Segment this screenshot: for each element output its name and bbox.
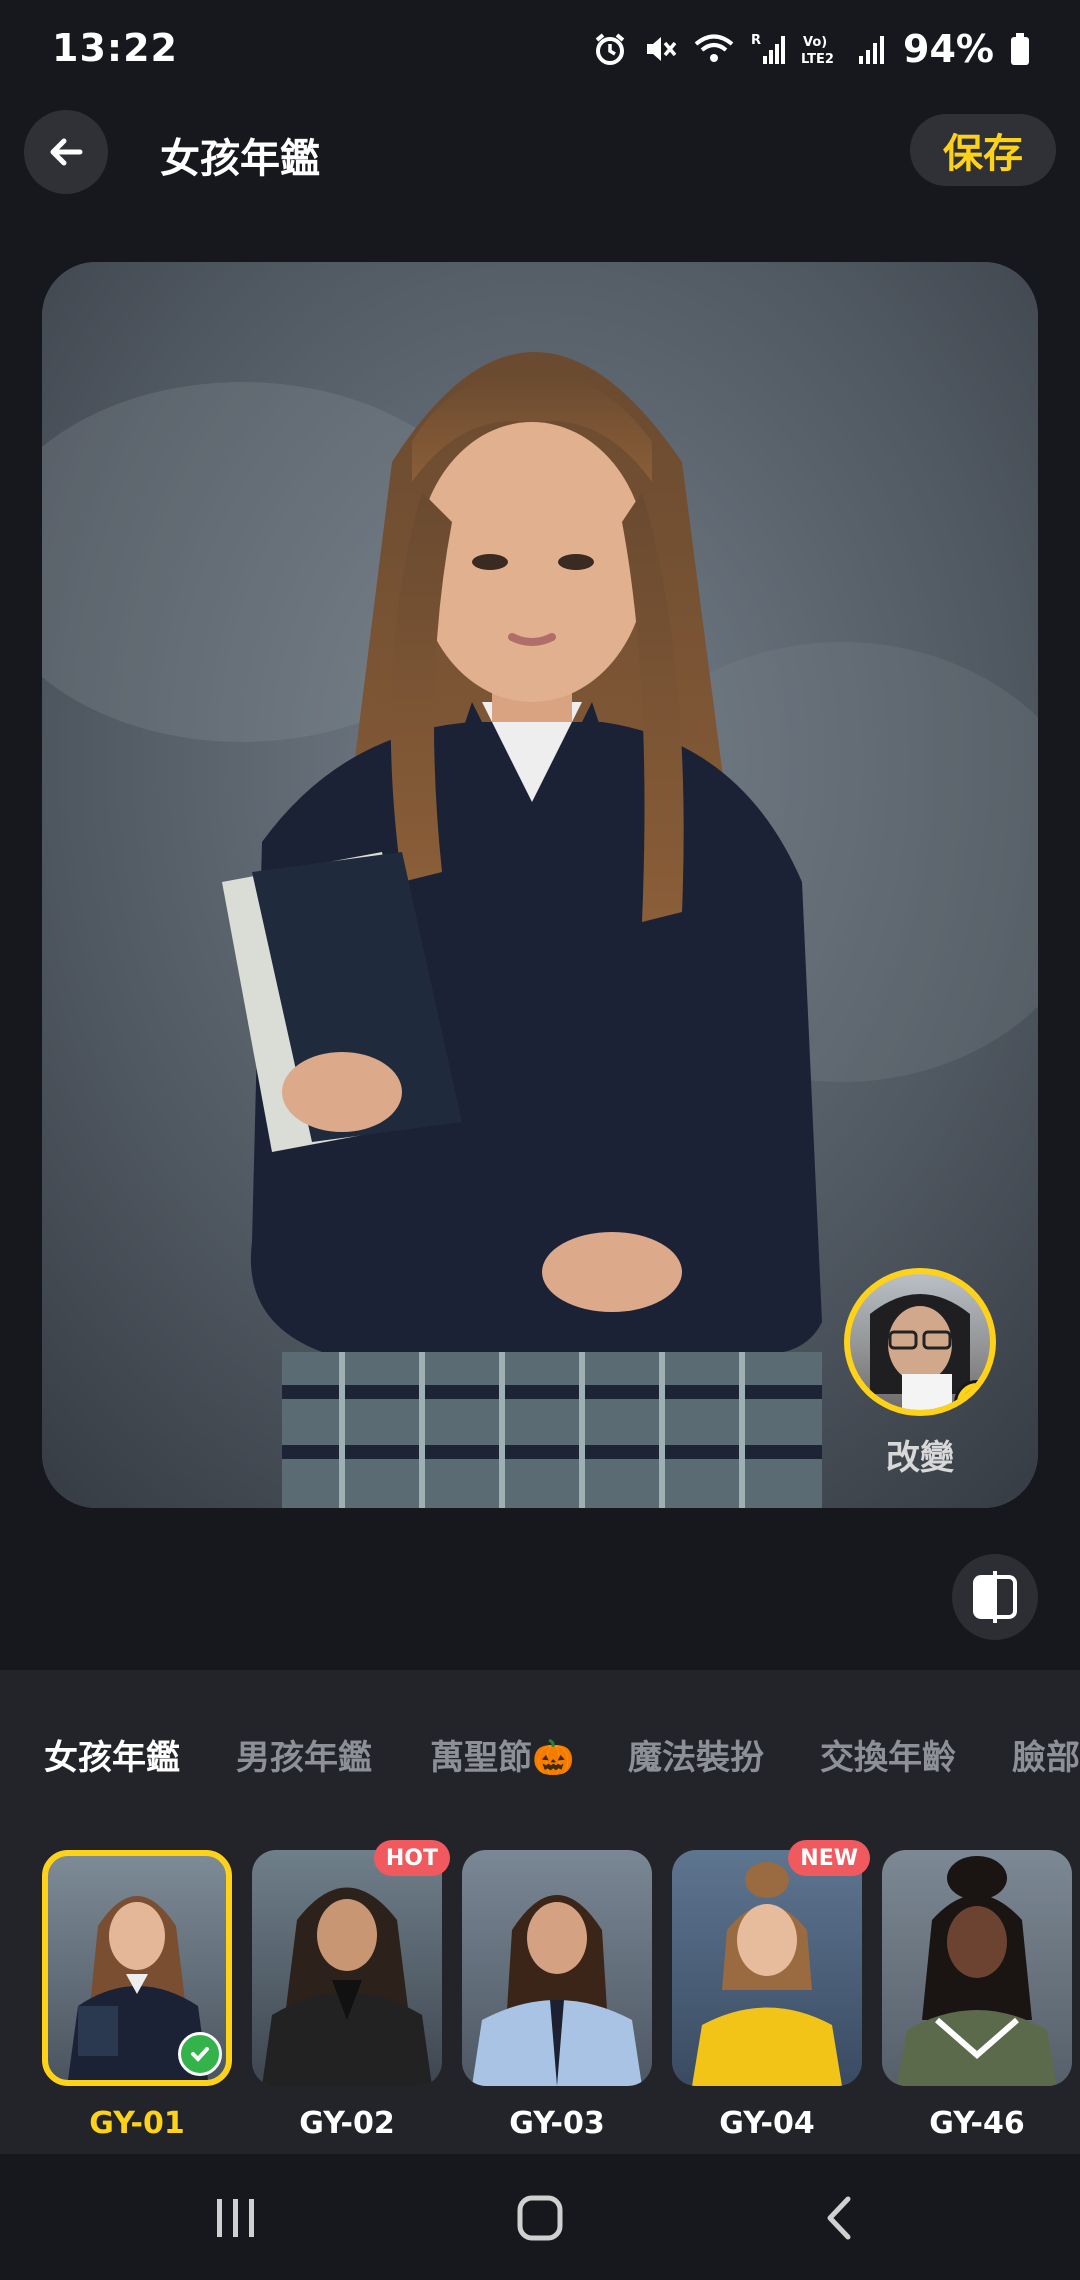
wifi-icon xyxy=(694,34,734,62)
template-thumbnail xyxy=(462,1850,652,2086)
template-label: GY-46 xyxy=(929,2106,1025,2141)
svg-text:R: R xyxy=(751,33,761,48)
category-tabs: 女孩年鑑 男孩年鑑 萬聖節🎃 魔法裝扮 交換年齡 臉部 xyxy=(0,1730,1080,1863)
template-item[interactable]: NEW GY-04 xyxy=(672,1840,870,2141)
app-header: 女孩年鑑 保存 xyxy=(0,100,1080,210)
system-nav-bar xyxy=(0,2154,1080,2280)
face-avatar xyxy=(844,1268,996,1416)
template-label: GY-01 xyxy=(89,2106,185,2141)
change-face-label: 改變 xyxy=(886,1438,954,1478)
template-item[interactable]: GY-01 xyxy=(42,1850,232,2141)
template-item[interactable]: GY-46 xyxy=(882,1850,1072,2141)
swap-icon xyxy=(954,1380,990,1410)
battery-percent: 94% xyxy=(903,27,994,71)
check-icon xyxy=(178,2032,222,2076)
recent-apps-icon xyxy=(217,2199,254,2237)
battery-icon xyxy=(1011,33,1029,65)
tab-age-swap[interactable]: 交換年齡 xyxy=(820,1730,956,1779)
chevron-left-icon xyxy=(827,2196,851,2240)
new-badge: NEW xyxy=(788,1840,870,1876)
template-thumbnail xyxy=(42,1850,232,2086)
template-label: GY-04 xyxy=(719,2106,815,2141)
tab-halloween[interactable]: 萬聖節🎃 xyxy=(430,1730,574,1779)
status-time: 13:22 xyxy=(52,26,178,70)
status-icons: R Vo) LTE2 94% xyxy=(593,26,1030,72)
alarm-icon xyxy=(595,33,625,65)
change-face-button[interactable]: 改變 xyxy=(844,1268,996,1479)
compare-icon xyxy=(973,1571,1017,1623)
status-bar: 13:22 R Vo) LTE2 94% xyxy=(0,0,1080,100)
template-item[interactable]: GY-03 xyxy=(462,1850,652,2141)
tab-face[interactable]: 臉部 xyxy=(1012,1730,1080,1779)
signal-icon: R xyxy=(751,33,786,64)
template-thumbnail xyxy=(252,1850,442,2086)
svg-text:Vo): Vo) xyxy=(803,35,827,50)
svg-text:LTE2: LTE2 xyxy=(801,52,834,66)
tab-magic-dress-up[interactable]: 魔法裝扮 xyxy=(628,1730,764,1779)
volte-icon: Vo) LTE2 xyxy=(801,35,834,66)
app-screen: 13:22 R Vo) LTE2 94% 女孩年鑑 保存 改變 女孩年鑑 男孩年… xyxy=(0,0,1080,2280)
home-button[interactable] xyxy=(500,2188,580,2248)
tab-girl-yearbook[interactable]: 女孩年鑑 xyxy=(44,1730,180,1779)
arrow-left-icon xyxy=(50,138,83,166)
template-thumbnail xyxy=(882,1850,1072,2086)
template-label: GY-02 xyxy=(299,2106,395,2141)
compare-button[interactable] xyxy=(952,1554,1038,1640)
system-back-button[interactable] xyxy=(800,2188,880,2248)
template-label: GY-03 xyxy=(509,2106,605,2141)
tab-boy-yearbook[interactable]: 男孩年鑑 xyxy=(236,1730,372,1779)
template-thumbnail xyxy=(672,1850,862,2086)
hot-badge: HOT xyxy=(373,1840,450,1876)
save-button[interactable]: 保存 xyxy=(910,114,1056,186)
home-icon xyxy=(517,2195,563,2241)
template-list: GY-01 HOT GY-02 GY-03 NEW GY-04 GY-46 xyxy=(0,1840,1080,2150)
back-button[interactable] xyxy=(24,110,108,194)
template-panel: 女孩年鑑 男孩年鑑 萬聖節🎃 魔法裝扮 交換年齡 臉部 GY-01 HOT GY… xyxy=(0,1670,1080,2154)
signal-icon xyxy=(859,36,885,64)
page-title: 女孩年鑑 xyxy=(160,136,320,182)
template-item[interactable]: HOT GY-02 xyxy=(252,1840,450,2141)
mute-icon xyxy=(647,37,677,61)
recent-apps-button[interactable] xyxy=(196,2188,276,2248)
